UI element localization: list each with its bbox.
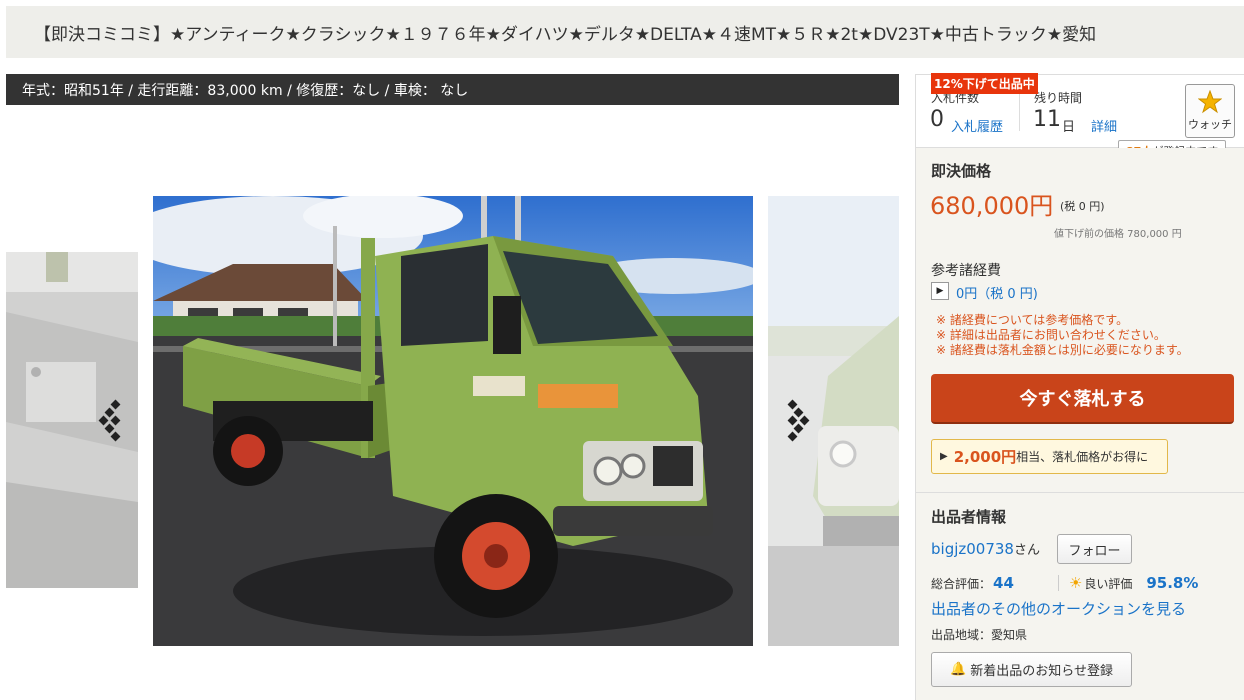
buyout-price: 680,000円 <box>930 192 1054 220</box>
prev-arrow-icon[interactable] <box>98 399 128 443</box>
time-left-value: 11 <box>1033 107 1061 132</box>
new-listing-notify-button[interactable]: 🔔 新着出品のお知らせ登録 <box>931 652 1132 687</box>
time-left-unit: 日 <box>1062 120 1076 135</box>
time-left-label: 残り時間 <box>1034 91 1083 105</box>
promo-arrow-icon: ▶ <box>940 451 948 462</box>
seller-region: 出品地域：愛知県 <box>931 628 1028 642</box>
divider <box>1057 575 1059 591</box>
buyout-label: 即決価格 <box>931 162 992 180</box>
seller-name-row: bigjz00738さん <box>931 539 1040 558</box>
seller-name-suffix: さん <box>1013 543 1040 558</box>
buy-now-button[interactable]: 今すぐ落札する <box>931 374 1234 424</box>
original-price: 値下げ前の価格 780,000 円 <box>1054 229 1182 240</box>
good-rating-value[interactable]: 95.8% <box>1146 574 1198 592</box>
fees-note: ※ 諸経費は落札金額とは別に必要になります。 <box>936 343 1189 357</box>
listing-title: 【即決コミコミ】★アンティーク★クラシック★１９７６年★ダイハツ★デルタ★DEL… <box>6 6 1244 58</box>
rating-value[interactable]: 44 <box>993 574 1014 592</box>
next-arrow-icon[interactable] <box>780 399 810 443</box>
notify-label: 新着出品のお知らせ登録 <box>970 664 1113 679</box>
buyout-tax: (税 0 円) <box>1060 200 1105 213</box>
bell-icon: 🔔 <box>950 662 967 677</box>
fees-label: 参考諸経費 <box>931 263 1001 279</box>
seller-section-title: 出品者情報 <box>931 508 1007 526</box>
sun-icon: ☀ <box>1068 574 1083 592</box>
fees-expand-icon[interactable]: ▶ <box>931 282 949 300</box>
rating-label: 総合評価： <box>931 576 992 591</box>
price-cut-badge: 12%下げて出品中 <box>931 73 1038 94</box>
star-icon <box>1198 90 1222 114</box>
time-detail-link[interactable]: 詳細 <box>1091 116 1117 135</box>
bid-history-link[interactable]: 入札履歴 <box>951 116 1003 135</box>
good-rating-label: 良い評価 <box>1084 576 1133 591</box>
fees-notes: ※ 諸経費については参考価格です。 ※ 詳細は出品者にお問い合わせください。 ※… <box>936 313 1189 358</box>
seller-info-section: 出品者情報 bigjz00738さん フォロー 総合評価： 44 ☀ 良い評価 … <box>916 493 1244 700</box>
fees-value[interactable]: 0円（税 0 円) <box>956 283 1038 302</box>
auction-side-panel: 入札件数 0 入札履歴 残り時間 11 日 詳細 ウォッチ 87人が登録中です … <box>915 73 1244 700</box>
bid-count: 0 <box>930 107 944 132</box>
watch-label: ウォッチ <box>1188 118 1232 131</box>
divider <box>1019 89 1020 131</box>
watch-button[interactable]: ウォッチ <box>1185 84 1235 138</box>
promo-text: 相当、落札価格がお得に <box>1016 450 1149 464</box>
rating-row: 総合評価： 44 ☀ 良い評価 95.8% <box>931 574 1198 592</box>
main-truck-photo[interactable] <box>153 196 753 646</box>
follow-button[interactable]: フォロー <box>1057 534 1132 564</box>
seller-name-link[interactable]: bigjz00738 <box>931 540 1014 558</box>
fees-note: ※ 詳細は出品者にお問い合わせください。 <box>936 328 1166 342</box>
vehicle-spec-bar: 年式：昭和51年 / 走行距離：83,000 km / 修復歴：なし / 車検：… <box>6 74 899 105</box>
seller-other-auctions-link[interactable]: 出品者のその他のオークションを見る <box>931 598 1186 619</box>
fees-note: ※ 諸経費については参考価格です。 <box>936 313 1129 327</box>
promo-banner[interactable]: ▶ 2,000円 相当、落札価格がお得に <box>931 439 1168 474</box>
price-section: 即決価格 680,000円 (税 0 円) 12%下げて出品中 値下げ前の価格 … <box>916 73 1244 493</box>
photo-gallery <box>6 196 899 646</box>
promo-amount: 2,000円 <box>953 448 1017 466</box>
